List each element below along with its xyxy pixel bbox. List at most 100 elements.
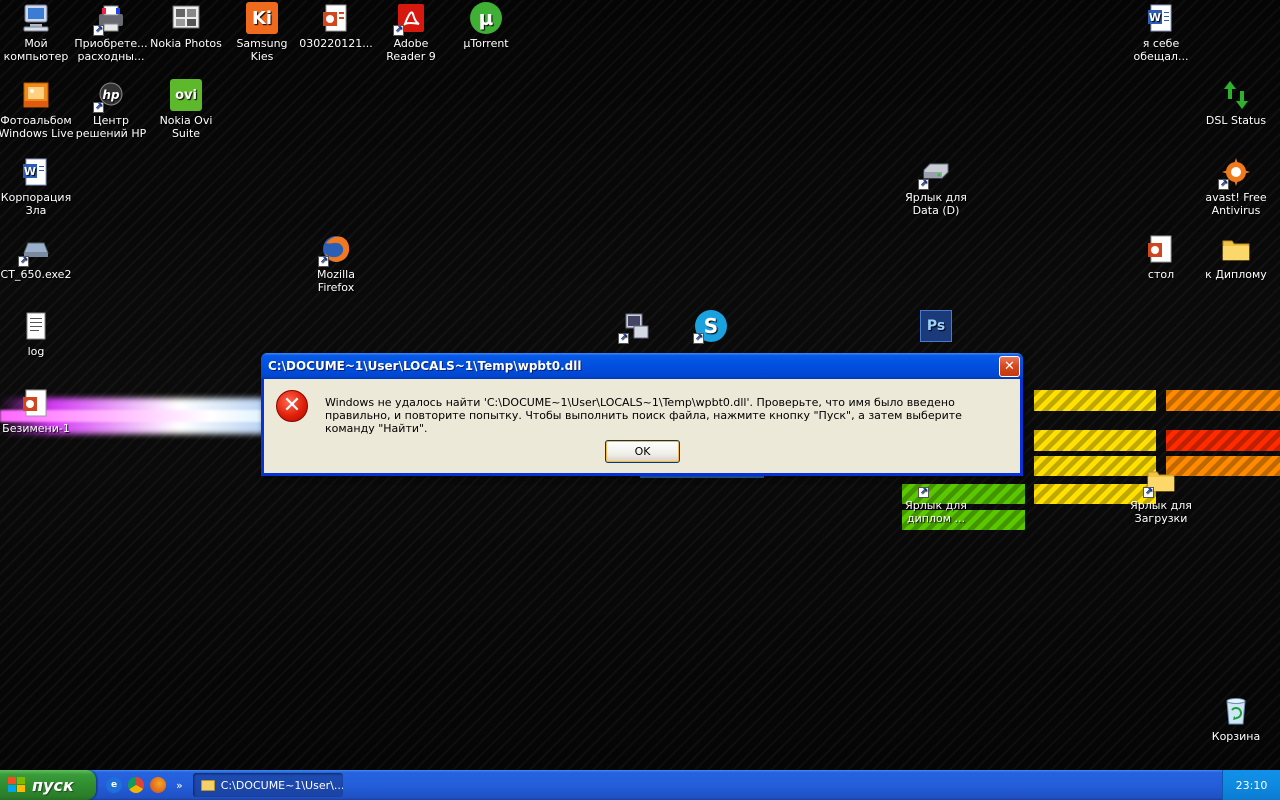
icon-label: Центр решений HP: [75, 114, 147, 140]
taskbar-window-label: C:\DOCUME~1\User\...: [220, 778, 343, 792]
desktop-icon-bezimeni[interactable]: Безимени-1: [0, 387, 74, 435]
clock[interactable]: 23:10: [1236, 779, 1268, 792]
icon-label: Nokia Photos: [150, 37, 222, 50]
windows-flag-icon: [8, 777, 26, 793]
word-document-icon: W: [1145, 2, 1177, 34]
desktop-icon-dsl-status[interactable]: DSL Status: [1198, 79, 1274, 127]
icon-label: стол: [1147, 268, 1175, 281]
wallpaper-block: [1166, 430, 1280, 451]
icon-label: Ярлык для Data (D): [905, 191, 967, 217]
shortcut-arrow-icon: ↗: [918, 179, 929, 190]
icon-label: Мой компьютер: [3, 37, 69, 63]
desktop-icon-firefox[interactable]: ↗ Mozilla Firefox: [298, 233, 374, 294]
desktop-icon-network-computer[interactable]: ↗: [598, 310, 674, 345]
icon-label: Безимени-1: [2, 422, 70, 435]
icon-label: Корпорация Зла: [0, 191, 72, 217]
error-icon: ✕: [276, 390, 308, 422]
icon-label: DSL Status: [1205, 114, 1267, 127]
desktop-icon-recycle-bin[interactable]: Корзина: [1198, 695, 1274, 743]
icon-label: log: [27, 345, 45, 358]
wallpaper-blue-line: [640, 476, 764, 478]
wallpaper-block: [1034, 430, 1156, 451]
icon-label: Фотоальбом Windows Live: [0, 114, 74, 140]
desktop-icon-k-diplomu[interactable]: к Диплому: [1198, 233, 1274, 281]
desktop-icon-samsung-kies[interactable]: Ki Samsung Kies: [224, 2, 300, 63]
hp-solution-center-icon: hp ↗: [93, 79, 127, 113]
desktop-icon-downloads-shortcut[interactable]: ↗ Ярлык для Загрузки: [1123, 464, 1199, 525]
desktop-icon-presentation-0302[interactable]: 030220121...: [298, 2, 374, 50]
icon-label: к Диплому: [1205, 268, 1267, 281]
quick-launch: e »: [106, 777, 183, 793]
dialog-body: ✕ Windows не удалось найти 'C:\DOCUME~1\…: [264, 379, 1020, 473]
desktop-icon-ct650[interactable]: ↗ CT_650.exe2: [0, 233, 74, 281]
presentation-file-icon: [20, 387, 52, 419]
adobe-reader-icon: ↗: [393, 2, 427, 36]
desktop-icon-word-doc-corp[interactable]: W Корпорация Зла: [0, 156, 74, 217]
nokia-ovi-icon: ovi: [170, 79, 202, 111]
desktop-icon-my-computer[interactable]: Мой компьютер: [0, 2, 74, 63]
network-computer-icon: ↗: [618, 310, 652, 344]
shortcut-arrow-icon: ↗: [18, 256, 29, 267]
system-tray: 23:10: [1222, 770, 1280, 800]
icon-label: Nokia Ovi Suite: [159, 114, 213, 140]
close-icon: ✕: [1004, 358, 1015, 374]
dsl-status-icon: [1220, 79, 1252, 111]
svg-text:hp: hp: [102, 88, 120, 102]
desktop-icon-nokia-photos[interactable]: Nokia Photos: [148, 2, 224, 50]
skype-icon: S ↗: [693, 310, 727, 344]
desktop-icon-hp-solution-center[interactable]: hp ↗ Центр решений HP: [73, 79, 149, 140]
shortcut-arrow-icon: ↗: [93, 25, 104, 36]
avast-icon: ↗: [1218, 156, 1252, 190]
icon-label: Adobe Reader 9: [386, 37, 436, 63]
desktop-icon-avast[interactable]: ↗ avast! Free Antivirus: [1198, 156, 1274, 217]
shortcut-arrow-icon: ↗: [693, 333, 704, 344]
dialog-titlebar[interactable]: C:\DOCUME~1\User\LOCALS~1\Temp\wpbt0.dll…: [261, 353, 1023, 379]
shortcut-arrow-icon: ↗: [1218, 179, 1229, 190]
icon-label: avast! Free Antivirus: [1205, 191, 1267, 217]
taskbar-window-button[interactable]: C:\DOCUME~1\User\...: [192, 773, 343, 797]
icon-label: я себе обещал...: [1133, 37, 1189, 63]
firefox-icon: ↗: [318, 233, 352, 267]
photoshop-icon: Ps: [920, 310, 952, 342]
desktop-icon-printer-supplies[interactable]: ↗ Приобрете... расходны...: [73, 2, 149, 63]
folder-icon: [1220, 233, 1252, 265]
desktop-icon-data-drive[interactable]: ↗ Ярлык для Data (D): [898, 156, 974, 217]
presentation-file-icon: [1145, 233, 1177, 265]
wallpaper-block: [1034, 390, 1156, 411]
utorrent-icon: µ: [470, 2, 502, 34]
firefox-icon[interactable]: [150, 777, 166, 793]
start-button[interactable]: пуск: [0, 770, 96, 800]
chrome-icon[interactable]: [128, 777, 144, 793]
nokia-photos-icon: [170, 2, 202, 34]
icon-label: Корзина: [1211, 730, 1261, 743]
folder-icon: [200, 779, 215, 791]
ie-icon[interactable]: e: [106, 777, 122, 793]
desktop-icon-log[interactable]: log: [0, 310, 74, 358]
dialog-message: Windows не удалось найти 'C:\DOCUME~1\Us…: [325, 396, 962, 435]
desktop-icon-utorrent[interactable]: µ µTorrent: [448, 2, 524, 50]
desktop-icon-adobe-reader[interactable]: ↗ Adobe Reader 9: [373, 2, 449, 63]
recycle-bin-icon: [1220, 695, 1252, 727]
desktop-icon-nokia-ovi[interactable]: ovi Nokia Ovi Suite: [148, 79, 224, 140]
desktop-icon-skype[interactable]: S ↗: [673, 310, 749, 345]
icon-label: CT_650.exe2: [0, 268, 72, 281]
folder-icon: ↗: [1143, 464, 1177, 498]
photo-gallery-icon: [20, 79, 52, 111]
shortcut-arrow-icon: ↗: [618, 333, 629, 344]
ok-button[interactable]: OK: [605, 440, 680, 463]
icon-label: Samsung Kies: [236, 37, 288, 63]
desktop-icon-word-doc-promise[interactable]: W я себе обещал...: [1123, 2, 1199, 63]
desktop-icon-stol[interactable]: стол: [1123, 233, 1199, 281]
shortcut-arrow-icon: ↗: [918, 487, 929, 498]
desktop-icon-photoshop[interactable]: Ps: [898, 310, 974, 345]
chevron-icon[interactable]: »: [176, 779, 183, 792]
shortcut-arrow-icon: ↗: [393, 25, 404, 36]
close-button[interactable]: ✕: [999, 355, 1020, 377]
icon-label: 030220121...: [299, 37, 373, 50]
start-label: пуск: [32, 775, 74, 795]
desktop-icon-photo-gallery[interactable]: Фотоальбом Windows Live: [0, 79, 74, 140]
shortcut-arrow-icon: ↗: [1143, 487, 1154, 498]
word-document-icon: W: [20, 156, 52, 188]
shortcut-arrow-icon: ↗: [93, 102, 104, 113]
presentation-file-icon: [320, 2, 352, 34]
